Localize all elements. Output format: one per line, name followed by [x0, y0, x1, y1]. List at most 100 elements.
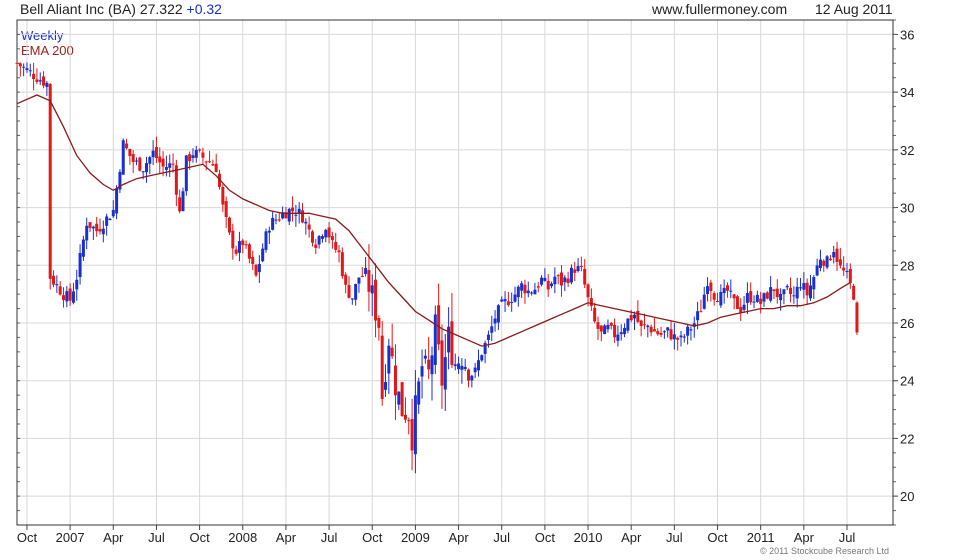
weekly-bar-body	[540, 277, 544, 285]
weekly-bar-body	[58, 286, 62, 295]
weekly-bar-body	[287, 208, 291, 222]
weekly-bar-body	[812, 277, 816, 290]
weekly-bar-body	[374, 279, 378, 321]
weekly-bar-body	[208, 161, 212, 163]
weekly-bar-body	[413, 395, 417, 455]
weekly-bar-body	[716, 300, 720, 302]
x-tick-label: Apr	[794, 530, 815, 545]
weekly-bar-body	[397, 391, 401, 405]
x-tick-label: Oct	[535, 530, 556, 545]
weekly-bar-body	[420, 366, 424, 377]
weekly-bar-body	[344, 274, 348, 285]
weekly-bar-body	[563, 277, 567, 283]
weekly-bar-body	[719, 292, 723, 306]
weekly-bar-body	[52, 275, 56, 285]
weekly-bar-body	[131, 154, 135, 163]
weekly-bar-body	[646, 325, 650, 328]
weekly-bar-body	[340, 252, 344, 277]
weekly-bar-body	[221, 186, 225, 205]
weekly-bar-body	[370, 285, 374, 294]
weekly-bar-body	[772, 289, 776, 292]
weekly-bar-body	[573, 269, 577, 273]
x-tick-label: Apr	[621, 530, 642, 545]
weekly-bar-body	[775, 288, 779, 298]
weekly-bar-body	[294, 214, 298, 216]
weekly-bar-body	[782, 289, 786, 295]
weekly-bar-body	[158, 156, 162, 163]
weekly-bar-body	[752, 301, 756, 303]
weekly-bar-body	[526, 290, 530, 294]
y-tick-label: 34	[900, 85, 914, 100]
weekly-bar-body	[706, 286, 710, 295]
weekly-bar-body	[310, 231, 314, 243]
weekly-bar-body	[825, 256, 829, 268]
weekly-bar-body	[384, 382, 388, 390]
weekly-bar-body	[460, 365, 464, 370]
x-tick-label: Jul	[666, 530, 683, 545]
weekly-bar-body	[842, 267, 846, 271]
weekly-bar-body	[629, 314, 633, 321]
y-tick-label: 32	[900, 143, 914, 158]
weekly-bar-body	[496, 305, 500, 323]
x-tick-label: Jul	[321, 530, 338, 545]
weekly-bar-body	[357, 277, 361, 284]
weekly-bar-body	[324, 229, 328, 238]
weekly-bar-body	[28, 70, 32, 72]
y-tick-label: 20	[900, 489, 914, 504]
weekly-bar-body	[679, 335, 683, 338]
weekly-bar-body	[301, 210, 305, 223]
weekly-bar-body	[390, 347, 394, 357]
weekly-bar-body	[533, 289, 537, 295]
weekly-bar-body	[48, 84, 52, 279]
weekly-bar-body	[506, 301, 510, 306]
weekly-bar-body	[709, 282, 713, 291]
weekly-bar-body	[201, 152, 205, 158]
weekly-bar-body	[350, 298, 354, 300]
weekly-bar-body	[337, 250, 341, 253]
weekly-bar-body	[377, 318, 381, 328]
weekly-bar-body	[732, 294, 736, 299]
weekly-bar-body	[393, 365, 397, 396]
weekly-bar-body	[599, 325, 603, 332]
weekly-bar-body	[576, 266, 580, 272]
copyright-note: © 2011 Stockcube Research Ltd	[760, 546, 890, 556]
weekly-bar-body	[652, 329, 656, 332]
weekly-bar-body	[566, 278, 570, 284]
weekly-bar-body	[755, 294, 759, 302]
weekly-bar-body	[227, 217, 231, 233]
weekly-bar-body	[75, 279, 79, 290]
weekly-bar-body	[360, 276, 364, 278]
weekly-bar-body	[237, 241, 241, 253]
weekly-bar-body	[151, 150, 155, 158]
weekly-bar-body	[115, 188, 119, 214]
weekly-bar-body	[22, 66, 26, 68]
weekly-bar-body	[543, 277, 547, 281]
weekly-bar-body	[530, 292, 534, 294]
weekly-bar-body	[164, 166, 168, 170]
weekly-bar-body	[500, 299, 504, 302]
weekly-bar-body	[453, 364, 457, 367]
weekly-bar-body	[231, 230, 235, 249]
weekly-bar-body	[38, 80, 42, 82]
weekly-bar-body	[68, 288, 72, 301]
y-tick-label: 26	[900, 316, 914, 331]
weekly-bar-body	[510, 301, 514, 303]
weekly-bar-body	[556, 275, 560, 277]
weekly-bar-body	[241, 240, 245, 246]
weekly-bar-body	[291, 207, 295, 212]
weekly-bar-body	[251, 256, 255, 264]
plot-frame	[16, 19, 894, 526]
weekly-bar-body	[583, 268, 587, 285]
weekly-bar-body	[433, 314, 437, 365]
weekly-bar-body	[407, 420, 411, 422]
weekly-bar-body	[626, 318, 630, 331]
weekly-bar-body	[739, 306, 743, 313]
weekly-bar-body	[785, 285, 789, 288]
weekly-bar-body	[128, 148, 132, 156]
weekly-bar-body	[403, 414, 407, 420]
weekly-bar-body	[141, 171, 145, 173]
weekly-bar-body	[689, 329, 693, 331]
weekly-bar-body	[676, 337, 680, 340]
weekly-bar-body	[105, 216, 109, 226]
weekly-bar-body	[264, 231, 268, 250]
